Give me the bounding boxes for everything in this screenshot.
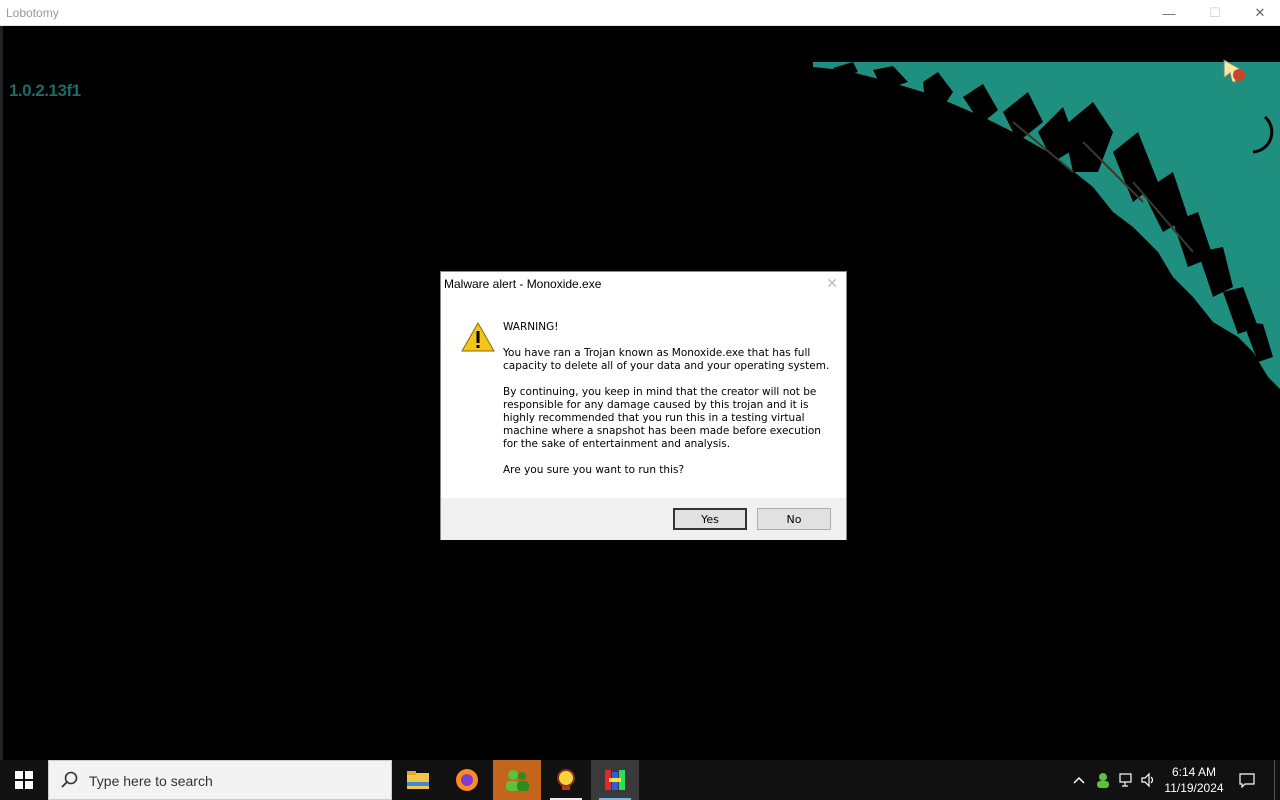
show-desktop-button[interactable] [1274,760,1280,800]
confirm-question: Are you sure you want to run this? [503,464,685,476]
warning-paragraph-2: By continuing, you keep in mind that the… [503,386,821,450]
chevron-up-icon [1073,776,1085,784]
network-icon [1119,773,1132,787]
tray-user-app[interactable] [1092,760,1114,800]
clock-time: 6:14 AM [1171,765,1217,779]
dialog-message: WARNING! You have ran a Trojan known as … [503,321,833,490]
malware-alert-dialog: Malware alert - Monoxide.exe ✕ WARNING! … [440,271,847,540]
dialog-title: Malware alert - Monoxide.exe [444,277,602,291]
close-button[interactable]: ✕ [1237,0,1280,26]
taskbar-app-5[interactable] [591,760,639,800]
firefox-icon [456,769,478,791]
window-titlebar[interactable]: Lobotomy — ☐ ✕ [0,0,1280,26]
taskbar-clock[interactable]: 6:14 AM 11/19/2024 [1160,764,1228,796]
minimize-button[interactable]: — [1146,0,1192,26]
warning-icon [461,322,495,352]
yes-button[interactable]: Yes [673,508,747,530]
tray-volume[interactable] [1138,760,1160,800]
warning-heading: WARNING! [503,321,559,333]
colorful-app-icon [605,770,625,790]
window-title: Lobotomy [6,6,59,20]
search-placeholder: Type here to search [89,773,213,789]
dialog-close-button[interactable]: ✕ [826,275,838,292]
search-icon [61,771,78,788]
maximize-button[interactable]: ☐ [1192,0,1238,26]
show-hidden-icons-button[interactable] [1068,760,1090,800]
tray-network[interactable] [1116,760,1138,800]
city-artwork [813,62,1280,389]
mouse-cursor-icon [1223,59,1245,83]
folder-icon [407,771,429,789]
clock-date: 11/19/2024 [1164,781,1224,795]
windows-logo-icon [15,771,33,789]
notification-icon [1239,773,1255,788]
taskbar-user-app[interactable] [493,760,541,800]
version-label: 1.0.2.13f1 [9,81,81,100]
app-window: Lobotomy — ☐ ✕ 1.0.2.13f1 Malware alert … [0,0,1280,760]
speaker-icon [1141,772,1154,788]
dialog-button-bar: Yes No [441,498,846,540]
bulb-app-icon [557,769,575,790]
warning-paragraph-1: You have ran a Trojan known as Monoxide.… [503,347,830,372]
taskbar-firefox[interactable] [443,760,491,800]
taskbar-search-box[interactable]: Type here to search [48,760,392,800]
start-button[interactable] [0,760,48,800]
taskbar-file-explorer[interactable] [394,760,442,800]
no-button[interactable]: No [757,508,831,530]
user-tray-icon [1097,773,1109,788]
notification-center-button[interactable] [1234,760,1260,800]
users-icon [506,770,529,791]
taskbar: Type here to search 6:14 AM 11/19/2024 [0,760,1280,800]
taskbar-app-4[interactable] [542,760,590,800]
